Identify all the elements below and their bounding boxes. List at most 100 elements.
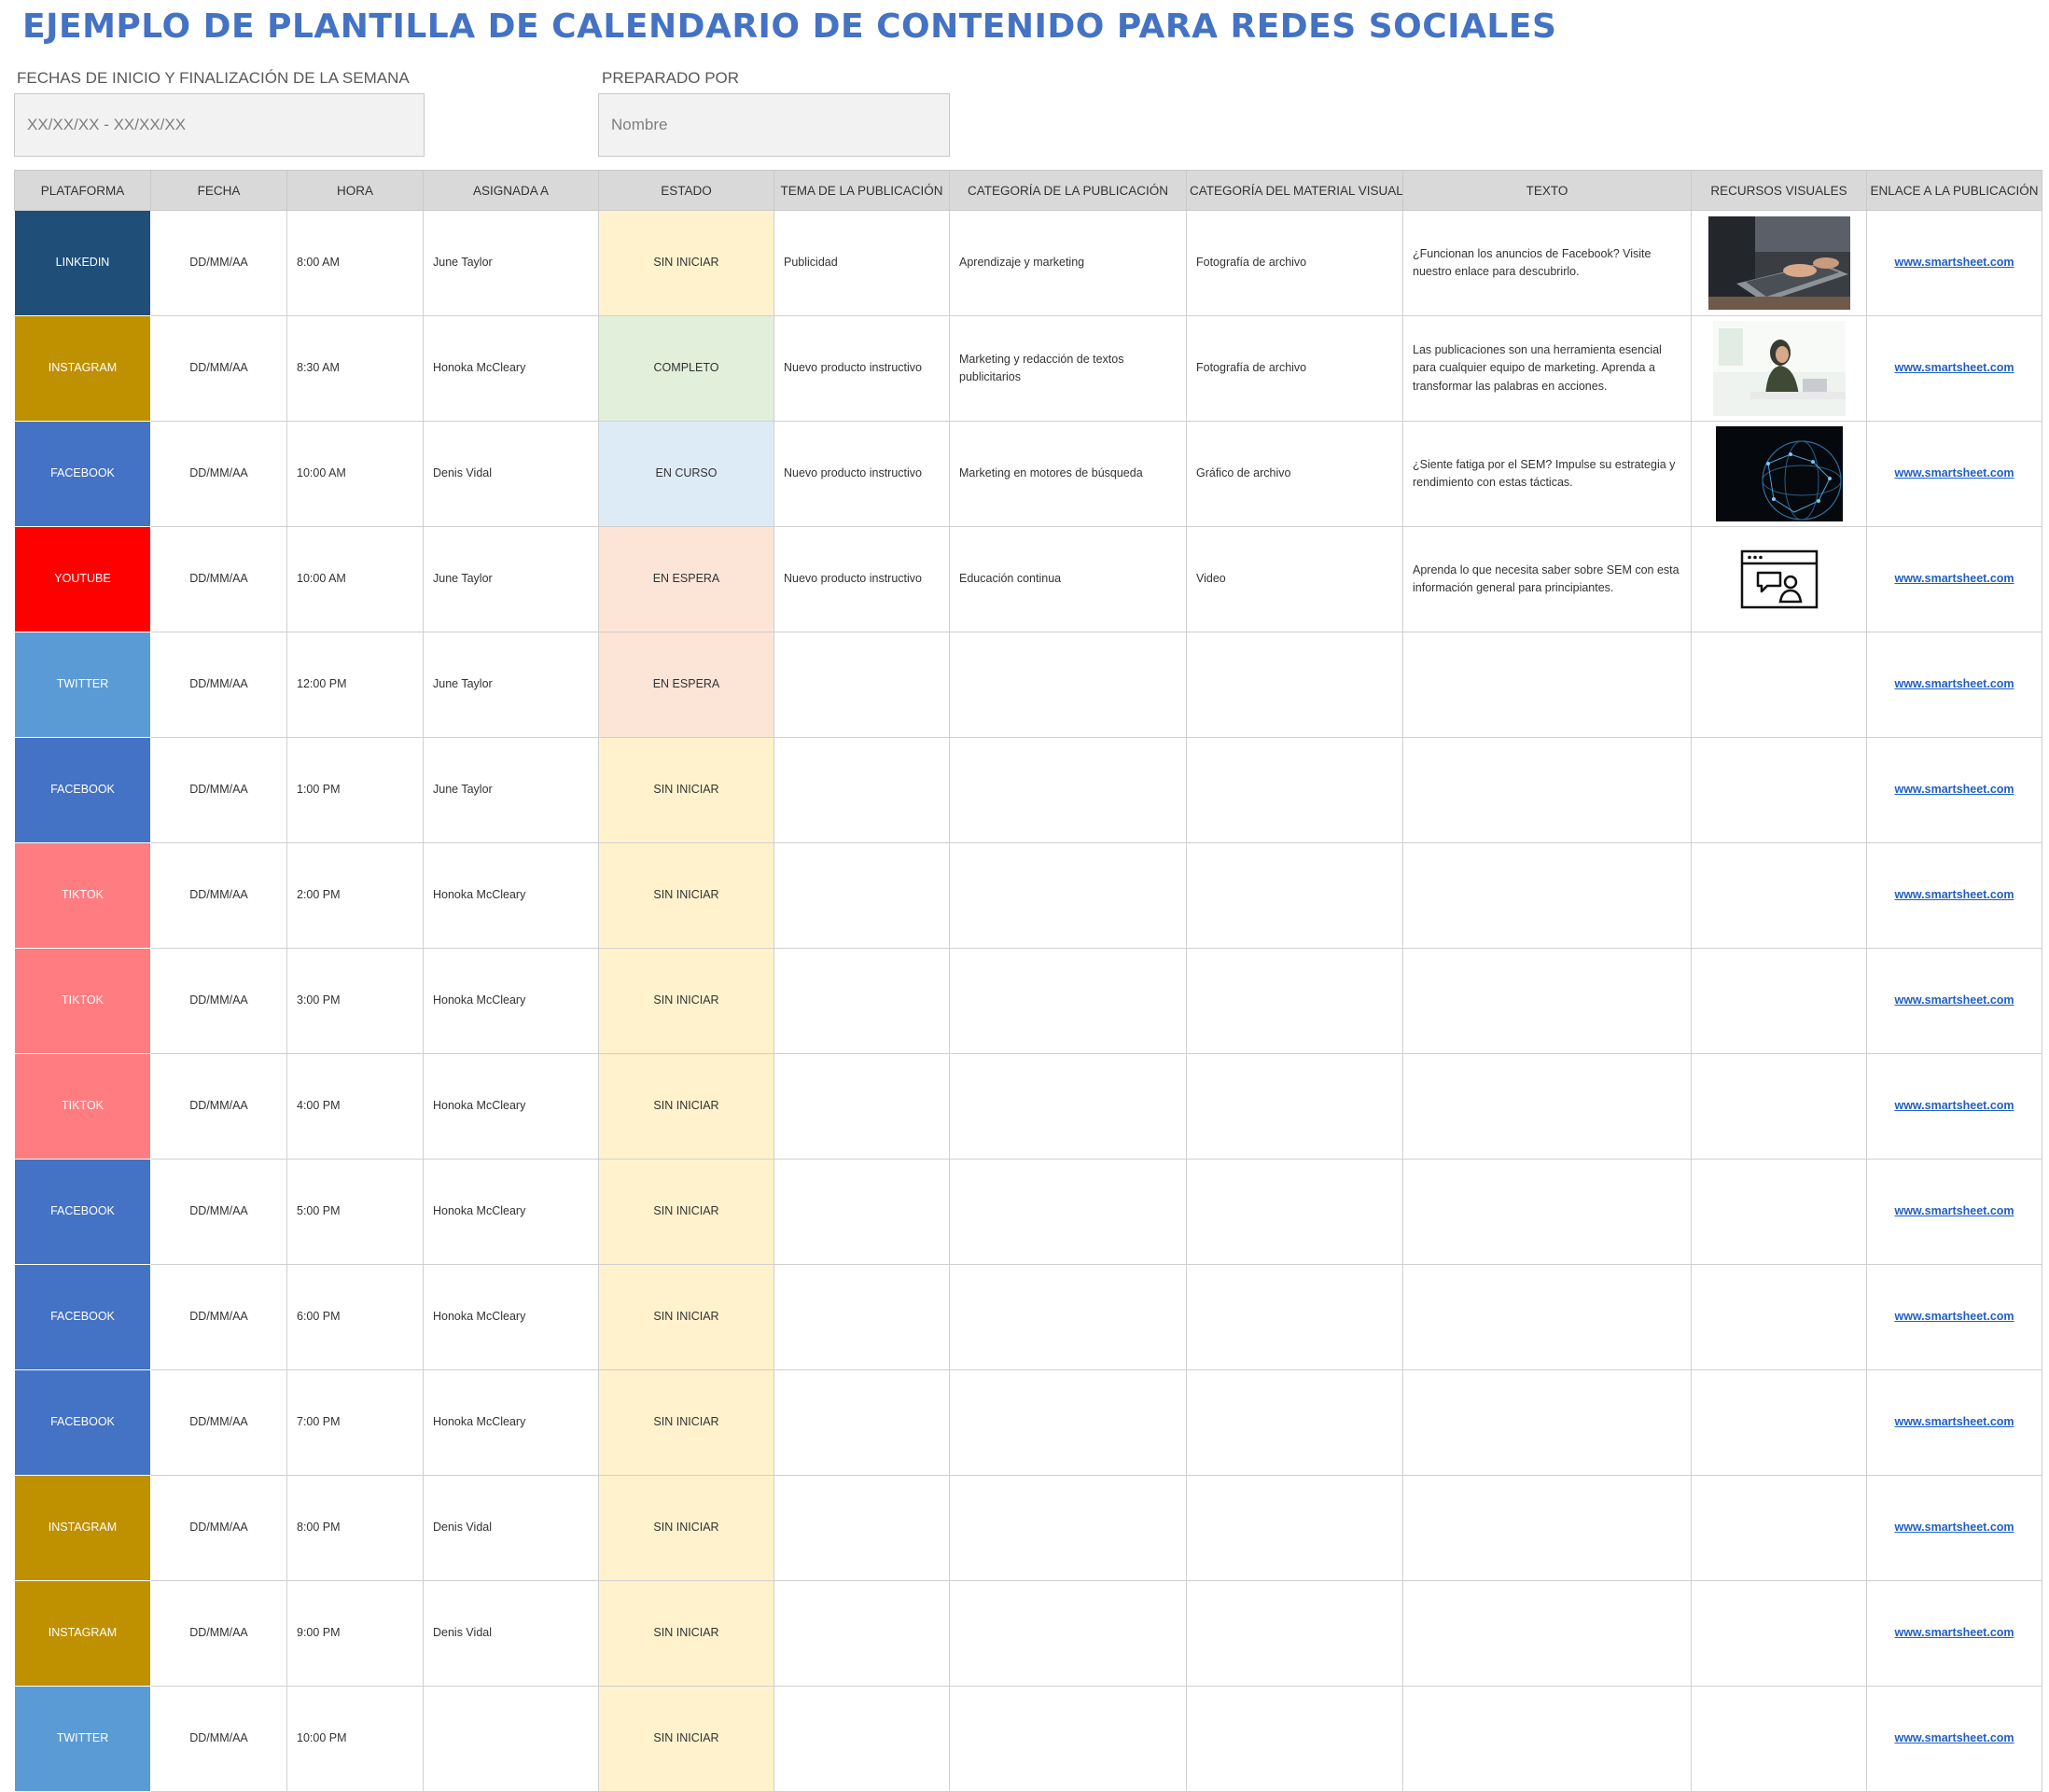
post-link[interactable]: www.smartsheet.com bbox=[1894, 1626, 2014, 1639]
visual-category-cell[interactable] bbox=[1186, 842, 1403, 949]
date-cell[interactable]: DD/MM/AA bbox=[150, 1369, 287, 1476]
prepared-by-field[interactable]: Nombre bbox=[598, 93, 950, 157]
date-cell[interactable]: DD/MM/AA bbox=[150, 421, 287, 527]
topic-cell[interactable] bbox=[774, 1369, 950, 1476]
category-cell[interactable] bbox=[949, 1264, 1187, 1370]
visual-category-cell[interactable]: Fotografía de archivo bbox=[1186, 315, 1403, 422]
date-cell[interactable]: DD/MM/AA bbox=[150, 737, 287, 843]
assignee-cell[interactable]: Honoka McCleary bbox=[423, 1369, 599, 1476]
platform-cell[interactable]: FACEBOOK bbox=[14, 1159, 151, 1265]
category-cell[interactable] bbox=[949, 842, 1187, 949]
post-link[interactable]: www.smartsheet.com bbox=[1894, 783, 2014, 796]
assignee-cell[interactable]: Honoka McCleary bbox=[423, 1264, 599, 1370]
text-cell[interactable] bbox=[1402, 1264, 1692, 1370]
status-cell[interactable]: COMPLETO bbox=[598, 315, 774, 422]
visual-category-cell[interactable] bbox=[1186, 1369, 1403, 1476]
category-cell[interactable] bbox=[949, 1369, 1187, 1476]
platform-cell[interactable]: TIKTOK bbox=[14, 948, 151, 1054]
visual-category-cell[interactable] bbox=[1186, 1686, 1403, 1792]
status-cell[interactable]: EN CURSO bbox=[598, 421, 774, 527]
topic-cell[interactable] bbox=[774, 1580, 950, 1687]
status-cell[interactable]: SIN INICIAR bbox=[598, 1053, 774, 1160]
visual-category-cell[interactable] bbox=[1186, 1159, 1403, 1265]
status-cell[interactable]: EN ESPERA bbox=[598, 526, 774, 632]
text-cell[interactable]: Las publicaciones son una herramienta es… bbox=[1402, 315, 1692, 422]
week-dates-field[interactable]: XX/XX/XX - XX/XX/XX bbox=[14, 93, 425, 157]
status-cell[interactable]: SIN INICIAR bbox=[598, 1580, 774, 1687]
visual-category-cell[interactable]: Gráfico de archivo bbox=[1186, 421, 1403, 527]
post-link[interactable]: www.smartsheet.com bbox=[1894, 361, 2014, 374]
visual-category-cell[interactable] bbox=[1186, 1264, 1403, 1370]
text-cell[interactable] bbox=[1402, 948, 1692, 1054]
topic-cell[interactable] bbox=[774, 737, 950, 843]
post-link[interactable]: www.smartsheet.com bbox=[1894, 1204, 2014, 1217]
text-cell[interactable] bbox=[1402, 842, 1692, 949]
text-cell[interactable] bbox=[1402, 1053, 1692, 1160]
time-cell[interactable]: 8:00 PM bbox=[286, 1475, 424, 1581]
category-cell[interactable] bbox=[949, 1159, 1187, 1265]
time-cell[interactable]: 4:00 PM bbox=[286, 1053, 424, 1160]
post-link[interactable]: www.smartsheet.com bbox=[1894, 677, 2014, 690]
platform-cell[interactable]: TIKTOK bbox=[14, 842, 151, 949]
status-cell[interactable]: SIN INICIAR bbox=[598, 1686, 774, 1792]
assignee-cell[interactable]: Honoka McCleary bbox=[423, 948, 599, 1054]
platform-cell[interactable]: TWITTER bbox=[14, 1686, 151, 1792]
status-cell[interactable]: SIN INICIAR bbox=[598, 210, 774, 316]
assignee-cell[interactable]: June Taylor bbox=[423, 737, 599, 843]
text-cell[interactable] bbox=[1402, 1580, 1692, 1687]
visual-category-cell[interactable] bbox=[1186, 1475, 1403, 1581]
platform-cell[interactable]: FACEBOOK bbox=[14, 1264, 151, 1370]
topic-cell[interactable] bbox=[774, 1475, 950, 1581]
category-cell[interactable]: Educación continua bbox=[949, 526, 1187, 632]
category-cell[interactable] bbox=[949, 948, 1187, 1054]
post-link[interactable]: www.smartsheet.com bbox=[1894, 1310, 2014, 1323]
date-cell[interactable]: DD/MM/AA bbox=[150, 842, 287, 949]
post-link[interactable]: www.smartsheet.com bbox=[1894, 888, 2014, 901]
assignee-cell[interactable]: June Taylor bbox=[423, 632, 599, 738]
time-cell[interactable]: 1:00 PM bbox=[286, 737, 424, 843]
post-link[interactable]: www.smartsheet.com bbox=[1894, 1099, 2014, 1112]
assignee-cell[interactable]: June Taylor bbox=[423, 526, 599, 632]
text-cell[interactable] bbox=[1402, 1475, 1692, 1581]
category-cell[interactable] bbox=[949, 1580, 1187, 1687]
post-link[interactable]: www.smartsheet.com bbox=[1894, 256, 2014, 269]
text-cell[interactable] bbox=[1402, 1369, 1692, 1476]
platform-cell[interactable]: LINKEDIN bbox=[14, 210, 151, 316]
status-cell[interactable]: SIN INICIAR bbox=[598, 1475, 774, 1581]
text-cell[interactable] bbox=[1402, 1686, 1692, 1792]
topic-cell[interactable]: Publicidad bbox=[774, 210, 950, 316]
text-cell[interactable] bbox=[1402, 632, 1692, 738]
assignee-cell[interactable]: Honoka McCleary bbox=[423, 1053, 599, 1160]
category-cell[interactable] bbox=[949, 1686, 1187, 1792]
platform-cell[interactable]: FACEBOOK bbox=[14, 421, 151, 527]
topic-cell[interactable] bbox=[774, 948, 950, 1054]
text-cell[interactable] bbox=[1402, 737, 1692, 843]
assignee-cell[interactable]: Denis Vidal bbox=[423, 1475, 599, 1581]
assignee-cell[interactable]: Honoka McCleary bbox=[423, 842, 599, 949]
visual-category-cell[interactable]: Fotografía de archivo bbox=[1186, 210, 1403, 316]
visual-category-cell[interactable] bbox=[1186, 948, 1403, 1054]
time-cell[interactable]: 3:00 PM bbox=[286, 948, 424, 1054]
status-cell[interactable]: SIN INICIAR bbox=[598, 1159, 774, 1265]
topic-cell[interactable]: Nuevo producto instructivo bbox=[774, 421, 950, 527]
status-cell[interactable]: SIN INICIAR bbox=[598, 948, 774, 1054]
date-cell[interactable]: DD/MM/AA bbox=[150, 1264, 287, 1370]
post-link[interactable]: www.smartsheet.com bbox=[1894, 572, 2014, 585]
status-cell[interactable]: SIN INICIAR bbox=[598, 1369, 774, 1476]
date-cell[interactable]: DD/MM/AA bbox=[150, 1053, 287, 1160]
text-cell[interactable] bbox=[1402, 1159, 1692, 1265]
post-link[interactable]: www.smartsheet.com bbox=[1894, 1415, 2014, 1428]
topic-cell[interactable] bbox=[774, 632, 950, 738]
time-cell[interactable]: 7:00 PM bbox=[286, 1369, 424, 1476]
post-link[interactable]: www.smartsheet.com bbox=[1894, 993, 2014, 1007]
time-cell[interactable]: 5:00 PM bbox=[286, 1159, 424, 1265]
platform-cell[interactable]: INSTAGRAM bbox=[14, 1475, 151, 1581]
assignee-cell[interactable]: Denis Vidal bbox=[423, 1580, 599, 1687]
date-cell[interactable]: DD/MM/AA bbox=[150, 948, 287, 1054]
date-cell[interactable]: DD/MM/AA bbox=[150, 632, 287, 738]
platform-cell[interactable]: FACEBOOK bbox=[14, 1369, 151, 1476]
category-cell[interactable] bbox=[949, 1053, 1187, 1160]
assignee-cell[interactable] bbox=[423, 1686, 599, 1792]
date-cell[interactable]: DD/MM/AA bbox=[150, 210, 287, 316]
category-cell[interactable] bbox=[949, 737, 1187, 843]
